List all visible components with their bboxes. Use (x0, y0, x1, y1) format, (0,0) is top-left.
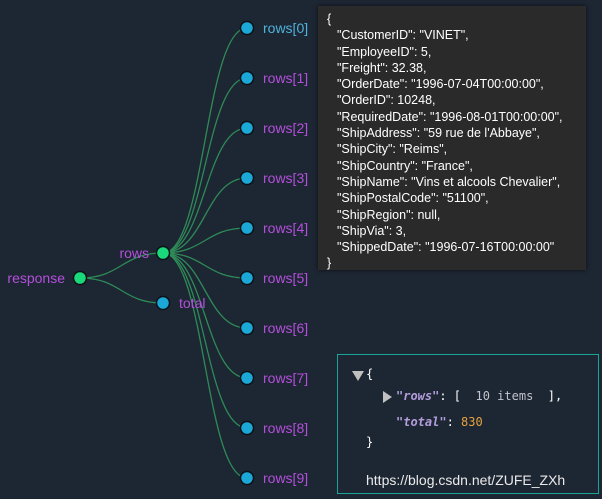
tree-link (162, 252, 248, 379)
json-rows-close: ], (547, 389, 563, 403)
tooltip-line: "OrderID": 10248, (337, 93, 436, 108)
tooltip-line: "ShipCountry": "France", (337, 158, 473, 173)
leaf-node[interactable] (239, 220, 255, 236)
json-total-value: 830 (461, 415, 483, 429)
leaf-node[interactable] (239, 270, 255, 286)
leaf-label: rows[6] (263, 320, 308, 336)
tooltip-line: "CustomerID": "VINET", (337, 28, 469, 43)
total-label: total (179, 295, 205, 311)
total-node[interactable] (155, 295, 171, 311)
leaf-label: rows[3] (263, 170, 308, 186)
leaf-node[interactable] (239, 470, 255, 486)
tree-link (162, 252, 248, 479)
tree-link (162, 77, 248, 254)
leaf-node[interactable] (239, 120, 255, 136)
json-rows-entry[interactable]: "rows": [ 10 items ], (396, 389, 562, 403)
json-total-sep: : (446, 415, 462, 429)
json-rows-key: "rows" (396, 389, 440, 403)
root-node[interactable] (72, 270, 88, 286)
leaf-node[interactable] (239, 420, 255, 436)
leaf-label: rows[1] (263, 70, 308, 86)
leaf-label: rows[5] (263, 270, 308, 286)
tooltip-line: "ShipCity": "Reims", (337, 142, 448, 157)
tree-link (162, 27, 248, 254)
json-open-brace: { (366, 367, 374, 381)
tooltip-line: "ShipVia": 3, (337, 223, 407, 238)
tooltip-line: "ShipPostalCode": "51100", (337, 191, 489, 206)
tooltip-line: "Freight": 32.38, (337, 60, 427, 75)
leaf-label: rows[7] (263, 370, 308, 386)
collapse-icon[interactable] (352, 371, 364, 381)
json-rows-sep: : [ (439, 389, 462, 403)
leaf-node[interactable] (239, 170, 255, 186)
tooltip-line: "RequiredDate": "1996-08-01T00:00:00", (337, 109, 563, 124)
leaf-node[interactable] (239, 70, 255, 86)
leaf-label: rows[2] (263, 120, 308, 136)
json-rows-summary: 10 items (475, 389, 534, 403)
leaf-node[interactable] (239, 370, 255, 386)
leaf-label: rows[8] (263, 420, 308, 436)
tree-link (79, 277, 164, 304)
tooltip-close-brace: } (327, 256, 332, 271)
leaf-label: rows[9] (263, 470, 308, 486)
tree-link (162, 252, 248, 429)
json-total-entry: "total": 830 (396, 415, 483, 429)
leaf-label: rows[4] (263, 220, 308, 236)
tooltip-line: "ShipRegion": null, (337, 207, 441, 222)
tree-link (162, 127, 248, 254)
watermark: https://blog.csdn.net/ZUFE_ZXh (366, 472, 566, 488)
tooltip-line: "EmployeeID": 5, (337, 44, 432, 59)
leaf-label: rows[0] (263, 20, 308, 36)
json-total-key: "total" (396, 415, 447, 429)
leaf-node[interactable] (239, 20, 255, 36)
root-label: response (7, 270, 65, 286)
tooltip-line: "ShippedDate": "1996-07-16T00:00:00" (337, 240, 555, 255)
tooltip-line: "ShipAddress": "59 rue de l'Abbaye", (337, 126, 540, 141)
leaf-node[interactable] (239, 320, 255, 336)
expand-icon[interactable] (383, 391, 392, 403)
tooltip-line: "ShipName": "Vins et alcools Chevalier", (337, 174, 561, 189)
tooltip-line: "OrderDate": "1996-07-04T00:00:00", (337, 77, 544, 92)
record-tooltip: { "CustomerID": "VINET", "EmployeeID": 5,… (318, 6, 586, 270)
tooltip-open-brace: { (327, 12, 332, 26)
rows-label: rows (119, 245, 149, 261)
rows-node[interactable] (155, 245, 171, 261)
json-close-brace: } (366, 435, 374, 449)
